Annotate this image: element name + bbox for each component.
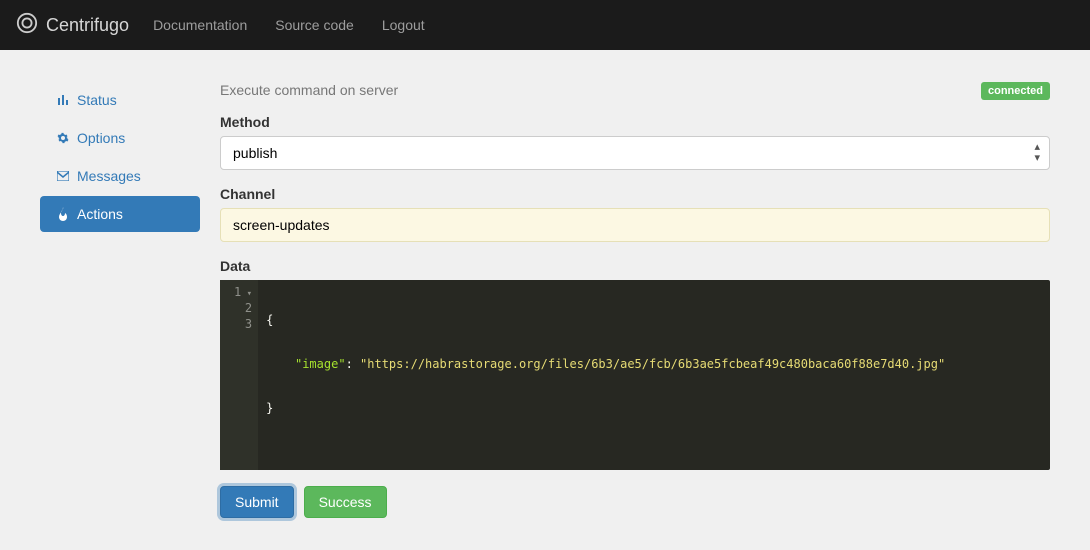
- main-content: Execute command on server connected Meth…: [220, 82, 1050, 538]
- sidebar-item-messages[interactable]: Messages: [40, 158, 200, 194]
- sidebar-item-actions[interactable]: Actions: [40, 196, 200, 232]
- nav-link-source-code[interactable]: Source code: [275, 17, 354, 33]
- data-json-editor[interactable]: 1 2 3 { "image": "https://habrastorage.o…: [220, 280, 1050, 470]
- page-subtitle: Execute command on server: [220, 82, 398, 98]
- channel-label: Channel: [220, 186, 1050, 202]
- sidebar-item-label: Messages: [77, 168, 141, 184]
- sidebar-item-label: Status: [77, 92, 117, 108]
- sidebar-item-status[interactable]: Status: [40, 82, 200, 118]
- brand[interactable]: Centrifugo: [16, 12, 129, 39]
- connection-status-badge: connected: [981, 82, 1050, 100]
- method-select[interactable]: publish: [220, 136, 1050, 170]
- nav-link-logout[interactable]: Logout: [382, 17, 425, 33]
- centrifugo-logo-icon: [16, 12, 46, 39]
- editor-gutter: 1 2 3: [220, 280, 258, 470]
- envelope-icon: [55, 171, 71, 181]
- sidebar-item-label: Options: [77, 130, 125, 146]
- navbar: Centrifugo Documentation Source code Log…: [0, 0, 1090, 50]
- sidebar: Status Options Messages: [40, 82, 200, 538]
- nav-links: Documentation Source code Logout: [153, 17, 425, 33]
- nav-link-documentation[interactable]: Documentation: [153, 17, 247, 33]
- bars-icon: [55, 94, 71, 106]
- method-label: Method: [220, 114, 1050, 130]
- fire-icon: [55, 207, 71, 221]
- success-button[interactable]: Success: [304, 486, 387, 518]
- data-label: Data: [220, 258, 1050, 274]
- sidebar-item-label: Actions: [77, 206, 123, 222]
- submit-button[interactable]: Submit: [220, 486, 294, 518]
- channel-input[interactable]: [220, 208, 1050, 242]
- sidebar-item-options[interactable]: Options: [40, 120, 200, 156]
- gear-icon: [55, 132, 71, 144]
- editor-code[interactable]: { "image": "https://habrastorage.org/fil…: [258, 280, 1050, 470]
- brand-label: Centrifugo: [46, 15, 129, 36]
